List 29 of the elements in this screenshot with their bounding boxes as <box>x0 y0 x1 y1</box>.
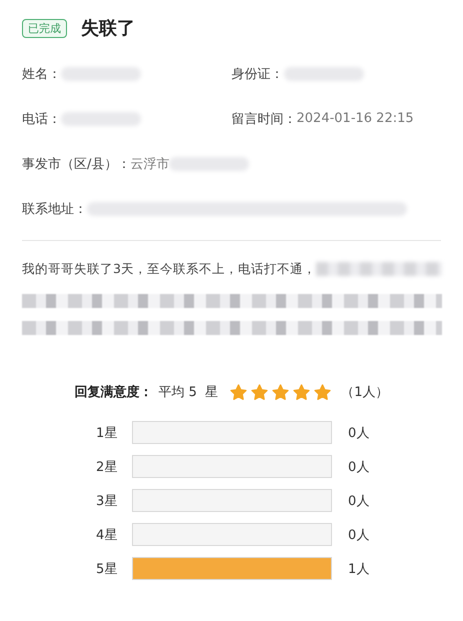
star-icon <box>314 384 332 400</box>
field-label: 留言时间： <box>232 110 296 128</box>
rating-count: 0人 <box>348 458 370 476</box>
rating-count: 0人 <box>348 424 370 442</box>
rating-count: （1人） <box>341 384 388 401</box>
rating-count: 1人 <box>348 560 370 578</box>
rating-count: 0人 <box>348 526 370 544</box>
star-level-label: 5星 <box>95 560 118 578</box>
message-title: 失联了 <box>81 17 135 40</box>
field-label: 事发市（区/县）： <box>22 156 130 172</box>
rating-count: 0人 <box>348 492 370 510</box>
star-icon <box>230 384 248 400</box>
field-label: 电话： <box>22 110 61 128</box>
star-icon <box>272 384 290 400</box>
rating-average: 平均 5 星 <box>158 384 218 401</box>
rating-label: 回复满意度： <box>74 384 153 401</box>
star-icon <box>251 384 268 400</box>
star-icon <box>293 384 310 400</box>
field-value: 2024-01-16 22:15 <box>296 111 414 126</box>
message-text: 我的哥哥失联了3天，至今联系不上，电话打不通， <box>22 260 316 278</box>
star-level-label: 2星 <box>95 458 118 476</box>
field-label: 姓名： <box>22 66 61 82</box>
field-label: 身份证： <box>232 66 284 82</box>
star-level-label: 1星 <box>95 424 118 442</box>
star-level-label: 3星 <box>95 492 118 510</box>
star-level-label: 4星 <box>95 526 118 544</box>
status-badge: 已完成 <box>22 18 67 38</box>
field-label: 联系地址： <box>22 200 87 218</box>
field-value: 云浮市 <box>130 156 170 172</box>
